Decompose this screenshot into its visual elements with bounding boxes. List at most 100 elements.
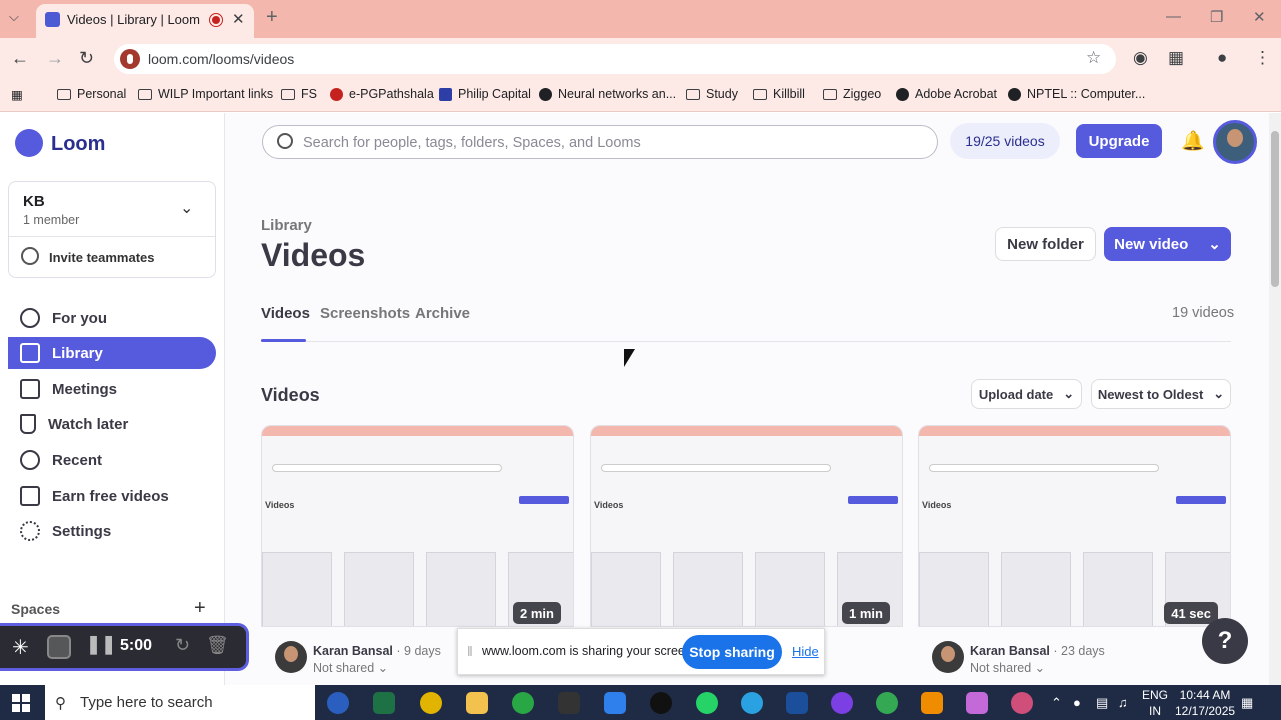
video-card[interactable]: Videos 41 sec Karan Bansal · 23 days Not…	[918, 425, 1231, 685]
bookmark-study[interactable]: Study	[686, 87, 738, 101]
drag-handle-icon[interactable]: ‖	[467, 643, 473, 659]
trash-icon[interactable]: 🗑	[206, 635, 229, 656]
video-quota-badge[interactable]: 19/25 videos	[950, 123, 1060, 159]
workspace-switcher[interactable]: KB 1 member ⌄ Invite teammates	[8, 181, 216, 278]
sublime-icon[interactable]	[921, 692, 943, 714]
globe-icon	[896, 87, 909, 101]
notifications-icon[interactable]: ▦	[1241, 695, 1253, 711]
video-thumbnail[interactable]: Videos 1 min	[590, 425, 903, 627]
back-arrow-icon[interactable]: ←	[11, 48, 29, 69]
app-icon[interactable]	[966, 692, 988, 714]
browser-menu-icon[interactable]: ⋮	[1254, 48, 1271, 68]
tab-screenshots[interactable]: Screenshots	[320, 305, 410, 322]
video-thumbnail[interactable]: Videos 41 sec	[918, 425, 1231, 627]
upgrade-button[interactable]: Upgrade	[1076, 124, 1162, 158]
app-icon[interactable]	[1011, 692, 1033, 714]
forward-arrow-icon[interactable]: →	[46, 48, 64, 69]
bookmark-nptel[interactable]: NPTEL :: Computer...	[1008, 87, 1145, 101]
profile-icon[interactable]: ●	[1217, 48, 1227, 68]
avatar[interactable]	[1213, 120, 1257, 164]
stop-recording-button[interactable]	[47, 635, 71, 659]
loom-page: Loom KB 1 member ⌄ Invite teammates For …	[0, 113, 1281, 685]
apps-grid-icon[interactable]: ▦	[11, 87, 23, 102]
network-icon[interactable]: ▤	[1096, 695, 1108, 711]
chrome-profile-icon[interactable]	[512, 692, 534, 714]
bookmark-philip-capital[interactable]: Philip Capital	[439, 87, 531, 101]
notification-bell-icon[interactable]: 🔔	[1181, 129, 1205, 153]
thumb-button	[848, 496, 898, 504]
tab-archive[interactable]: Archive	[415, 305, 470, 322]
site-mic-icon[interactable]	[120, 49, 140, 69]
bookmarks-bar: ▦ Personal WILP Important links FS e-PGP…	[0, 80, 1281, 112]
bookmark-star-icon[interactable]: ☆	[1086, 48, 1101, 68]
new-video-button[interactable]: New video ⌄	[1104, 227, 1231, 261]
extension-icon[interactable]: ◉	[1133, 48, 1148, 68]
video-thumbnail[interactable]: Videos 2 min	[261, 425, 574, 627]
search-input[interactable]: Search for people, tags, folders, Spaces…	[262, 125, 938, 159]
share-status-dropdown[interactable]: Not shared ⌄	[313, 660, 388, 675]
reload-icon[interactable]: ↻	[79, 48, 94, 69]
restart-icon[interactable]: ↻	[175, 635, 190, 656]
bookmark-killbill[interactable]: Killbill	[753, 87, 805, 101]
app-icon[interactable]	[831, 692, 853, 714]
bookmark-personal[interactable]: Personal	[57, 87, 126, 101]
close-window-icon[interactable]: ✕	[1253, 8, 1266, 26]
minimize-icon[interactable]: —	[1166, 8, 1181, 25]
hide-link[interactable]: Hide	[792, 644, 819, 659]
bookmark-fs[interactable]: FS	[281, 87, 317, 101]
microphone-icon[interactable]: ●	[1073, 695, 1081, 710]
bookmark-adobe-acrobat[interactable]: Adobe Acrobat	[896, 87, 997, 101]
sidebar-item-meetings[interactable]: Meetings	[8, 373, 216, 405]
duration-badge: 1 min	[842, 602, 890, 624]
vscode-icon[interactable]	[604, 692, 626, 714]
file-explorer-icon[interactable]	[466, 692, 488, 714]
app-icon[interactable]	[786, 692, 808, 714]
upwork-icon[interactable]	[650, 692, 672, 714]
input-language[interactable]: ENG IN	[1142, 687, 1168, 719]
new-folder-button[interactable]: New folder	[995, 227, 1096, 261]
excel-icon[interactable]	[373, 692, 395, 714]
chrome-icon[interactable]	[420, 692, 442, 714]
sidebar-item-recent[interactable]: Recent	[8, 444, 216, 476]
restore-icon[interactable]: ❐	[1210, 8, 1223, 26]
scrollbar-thumb[interactable]	[1271, 131, 1279, 287]
sidebar-item-for-you[interactable]: For you	[8, 302, 216, 334]
invite-teammates-link[interactable]: Invite teammates	[49, 250, 155, 265]
sidebar-item-settings[interactable]: Settings	[8, 515, 216, 547]
new-tab-plus-icon[interactable]: +	[266, 6, 278, 29]
terminal-icon[interactable]	[558, 692, 580, 714]
sidebar-item-earn-free-videos[interactable]: Earn free videos	[8, 480, 216, 512]
sidebar-item-watch-later[interactable]: Watch later	[8, 408, 216, 440]
bookmark-ziggeo[interactable]: Ziggeo	[823, 87, 881, 101]
whatsapp-icon[interactable]	[696, 692, 718, 714]
volume-icon[interactable]: ♫	[1118, 695, 1128, 710]
bookmark-wilp[interactable]: WILP Important links	[138, 87, 273, 101]
extensions-puzzle-icon[interactable]: ▦	[1168, 48, 1184, 68]
address-bar[interactable]: loom.com/looms/videos ☆	[114, 44, 1116, 74]
chrome-alt-icon[interactable]	[876, 692, 898, 714]
bookmark-neural-networks[interactable]: Neural networks an...	[539, 87, 676, 101]
close-tab-icon[interactable]: ✕	[232, 10, 245, 28]
browser-tab[interactable]: Videos | Library | Loom ✕	[36, 4, 254, 38]
add-space-plus-icon[interactable]: +	[194, 597, 206, 620]
breadcrumb[interactable]: Library	[261, 217, 312, 234]
tray-chevron-icon[interactable]: ⌃	[1051, 695, 1062, 711]
section-title: Videos	[261, 385, 320, 405]
bookmark-epgpathshala[interactable]: e-PGPathshala	[330, 87, 434, 101]
tab-search-chevron-icon[interactable]: ⌵	[9, 9, 19, 25]
taskbar-search-input[interactable]: ⚲ Type here to search	[45, 685, 315, 720]
sort-order-dropdown[interactable]: Newest to Oldest ⌄	[1091, 379, 1231, 409]
help-button[interactable]: ?	[1202, 618, 1248, 664]
clock-icon	[20, 450, 40, 470]
tab-videos[interactable]: Videos	[261, 305, 310, 322]
chevron-down-icon[interactable]: ⌄	[180, 198, 193, 218]
pause-icon[interactable]: ❚❚	[86, 634, 116, 655]
share-status-dropdown[interactable]: Not shared ⌄	[970, 660, 1045, 675]
stop-sharing-button[interactable]: Stop sharing	[682, 635, 782, 669]
sidebar-item-library[interactable]: Library	[8, 337, 216, 369]
windows-start-icon[interactable]	[12, 694, 30, 712]
system-clock[interactable]: 10:44 AM 12/17/2025	[1175, 687, 1235, 719]
app-icon[interactable]	[327, 692, 349, 714]
sort-field-dropdown[interactable]: Upload date ⌄	[971, 379, 1082, 409]
telegram-icon[interactable]	[741, 692, 763, 714]
